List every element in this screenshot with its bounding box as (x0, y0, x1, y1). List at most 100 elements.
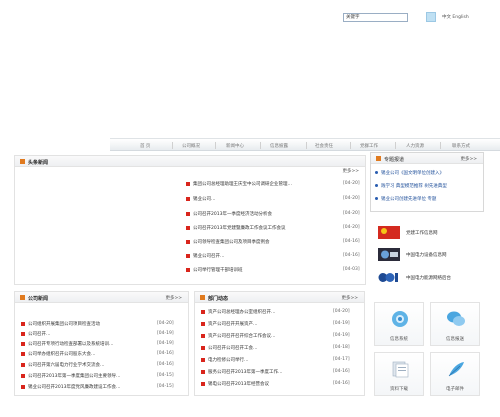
headline-item[interactable]: 公司领导检查集团公司及项目季度例会 [04-16] (186, 238, 362, 246)
news-item-date: [04-19] (157, 341, 174, 346)
bullet-icon (201, 310, 205, 314)
headline-item[interactable]: 锡业公司… [04-20] (186, 195, 362, 203)
link-item-label[interactable]: 党建工作信息网 (406, 230, 438, 236)
headline-item-title[interactable]: 公司举行管理干部培训班 (193, 267, 333, 273)
news-item[interactable]: 锡电公司召开2013年经营会议 [04-16] (201, 380, 361, 388)
news-item[interactable]: 公司组织开展集团公司项目检查活动 [04-20] (21, 320, 186, 328)
featured-item-title[interactable]: 锡业公司创建先进单位 专题 (381, 196, 436, 202)
headline-item[interactable]: 集团公司总经理助理王庆宝中公司调研企业管理… [04-20] (186, 180, 362, 188)
news-item-title[interactable]: 公司召开… (28, 331, 150, 337)
tile-downloads[interactable]: 资料下载 (374, 352, 424, 396)
news-item[interactable]: 公司召开… [04-19] (21, 330, 186, 338)
news-item-title[interactable]: 公司召开专项行动检查部署以及系统培训… (28, 341, 150, 347)
news-item[interactable]: 公司召开2013年第一季度集团公司主要领导… [04-15] (21, 372, 186, 380)
featured-item-title[interactable]: 践学习 典型模范推荐 树先进典型 (381, 183, 447, 189)
nav-item-about[interactable]: 公司概况 (182, 143, 200, 149)
news-item-title[interactable]: 资产公司召开召开综合工作会议… (208, 333, 326, 339)
nav-divider (350, 142, 351, 149)
news-item-title[interactable]: 公司召开第六届电力行业学术交流会… (28, 362, 150, 368)
bullet-icon (186, 197, 190, 201)
news-item-date: [04-16] (157, 351, 174, 356)
news-item[interactable]: 资产公司召开开展资产… [04-19] (201, 320, 361, 328)
news-item-title[interactable]: 公司召开公司召开工会… (208, 345, 326, 351)
panel-title: 头条新闻 (28, 160, 49, 166)
search-input[interactable]: 关键字 (343, 13, 408, 22)
link-item-label[interactable]: 中国电力设备信息网 (406, 252, 447, 258)
bullet-icon (201, 346, 205, 350)
news-item[interactable]: 公司召开第六届电力行业学术交流会… [04-16] (21, 361, 186, 369)
headline-item-title[interactable]: 集团公司总经理助理王庆宝中公司调研企业管理… (193, 181, 333, 187)
headline-item-title[interactable]: 公司召开2013年党建暨廉政工作会议工作会议 (193, 225, 333, 231)
tile-label: 资料下载 (390, 387, 408, 392)
bullet-icon (375, 184, 378, 187)
news-item[interactable]: 公司召开公司召开工会… [04-18] (201, 344, 361, 352)
news-item-title[interactable]: 电力检修公司举行… (208, 357, 326, 363)
news-item-date: [04-16] (333, 369, 350, 374)
news-item-title[interactable]: 资产公司召开开展资产… (208, 321, 326, 327)
bullet-icon (21, 374, 25, 378)
news-item-date: [04-16] (157, 362, 174, 367)
power-grid-logo-icon (378, 248, 400, 261)
bullet-icon (186, 212, 190, 216)
bullet-icon (375, 171, 378, 174)
headline-item-title[interactable]: 公司召开2013年一季度经济活动分析会 (193, 211, 333, 217)
chat-bubbles-icon (447, 311, 465, 326)
headline-item[interactable]: 公司召开2013年党建暨廉政工作会议工作会议 [04-20] (186, 224, 362, 232)
headline-item-date: [04-03] (343, 267, 360, 272)
nav-item-disclosure[interactable]: 信息披露 (270, 143, 288, 149)
headline-item[interactable]: 公司召开2013年一季度经济活动分析会 [04-20] (186, 210, 362, 218)
news-item-title[interactable]: 资产公司总经理办公室组织召开… (208, 309, 326, 315)
featured-item[interactable]: 锡业公司创建先进单位 专题 (375, 195, 481, 203)
tile-info-submit[interactable]: 信息报送 (430, 302, 480, 346)
headline-item-title[interactable]: 锡业公司… (193, 196, 333, 202)
more-link[interactable]: 更多>> (341, 295, 358, 301)
news-item[interactable]: 公司召开专项行动检查部署以及系统培训… [04-19] (21, 340, 186, 348)
news-item-title[interactable]: 服务公司召开2013年第一季度工作… (208, 369, 326, 375)
news-item[interactable]: 资产公司总经理办公室组织召开… [04-20] (201, 308, 361, 316)
news-item-title[interactable]: 公司召开2013年第一季度集团公司主要领导… (28, 373, 150, 379)
news-item-title[interactable]: 锡业公司召开2013年度党风廉政建设工作会… (28, 384, 150, 390)
news-item[interactable]: 电力检修公司举行… [04-17] (201, 356, 361, 364)
more-link[interactable]: 更多>> (165, 295, 182, 301)
nav-item-responsibility[interactable]: 社会责任 (315, 143, 333, 149)
bullet-icon (21, 352, 25, 356)
bullet-icon (201, 322, 205, 326)
news-item[interactable]: 锡业公司召开2013年度党风廉政建设工作会… [04-15] (21, 383, 186, 391)
more-link[interactable]: 更多>> (460, 156, 477, 162)
news-item-title[interactable]: 锡电公司召开2013年经营会议 (208, 381, 326, 387)
more-link[interactable]: 更多>> (342, 168, 359, 174)
featured-item[interactable]: 锡业公司《国文明单位创建入》 (375, 169, 481, 177)
news-item[interactable]: 资产公司召开召开综合工作会议… [04-19] (201, 332, 361, 340)
headline-item-date: [04-20] (343, 181, 360, 186)
nav-item-contact[interactable]: 联系方式 (452, 143, 470, 149)
bullet-icon (21, 342, 25, 346)
headline-image[interactable] (23, 178, 183, 278)
nav-item-home[interactable]: 首 页 (140, 143, 150, 149)
featured-item[interactable]: 践学习 典型模范推荐 树先进典型 (375, 182, 481, 190)
bullet-icon (21, 385, 25, 389)
news-item-date: [04-15] (157, 373, 174, 378)
nav-item-party[interactable]: 党群工作 (360, 143, 378, 149)
headline-item-title[interactable]: 锡业公司召开… (193, 253, 333, 259)
language-links[interactable]: 中文 English (442, 14, 469, 20)
headline-item[interactable]: 公司举行管理干部培训班 [04-03] (186, 266, 362, 274)
tile-email[interactable]: 电子邮件 (430, 352, 480, 396)
bullet-icon (186, 254, 190, 258)
nav-item-hr[interactable]: 人力资源 (406, 143, 424, 149)
panel-header: 专题报道 更多>> (371, 153, 483, 164)
news-item-title[interactable]: 公司举办组织召开公司股东大会… (28, 351, 150, 357)
news-item[interactable]: 服务公司召开2013年第一季度工作… [04-16] (201, 368, 361, 376)
headline-item-date: [04-20] (343, 211, 360, 216)
headline-item[interactable]: 锡业公司召开… [04-16] (186, 252, 362, 260)
bullet-icon (375, 197, 378, 200)
document-stack-icon (392, 361, 409, 378)
tile-info-system[interactable]: 信息系统 (374, 302, 424, 346)
news-item[interactable]: 公司举办组织召开公司股东大会… [04-16] (21, 350, 186, 358)
news-item-title[interactable]: 公司组织开展集团公司项目检查活动 (28, 321, 150, 327)
headline-item-title[interactable]: 公司领导检查集团公司及项目季度例会 (193, 239, 333, 245)
featured-item-title[interactable]: 锡业公司《国文明单位创建入》 (381, 170, 444, 176)
nav-item-news[interactable]: 新闻中心 (226, 143, 244, 149)
news-item-date: [04-19] (333, 321, 350, 326)
link-item-label[interactable]: 中国电力能源网络后台 (406, 275, 451, 281)
search-button[interactable] (426, 12, 436, 22)
